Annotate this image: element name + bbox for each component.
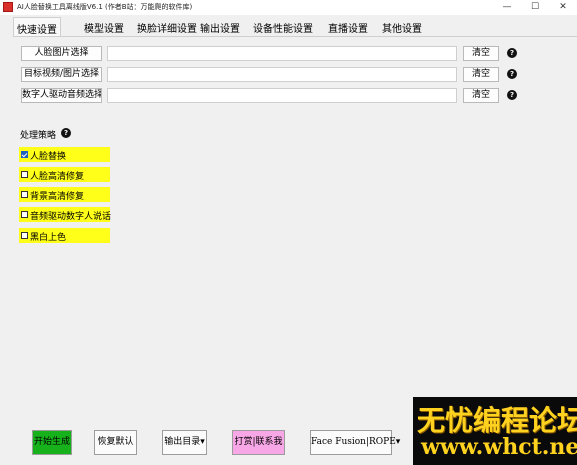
tab-model-settings[interactable]: 模型设置 xyxy=(84,20,124,35)
tab-faceswap-details[interactable]: 换脸详细设置 xyxy=(137,20,197,35)
minimize-button[interactable]: — xyxy=(493,0,521,15)
tab-output-settings[interactable]: 输出设置 xyxy=(200,20,240,35)
option-label: 音频驱动数字人说话 xyxy=(30,212,112,222)
close-button[interactable]: ✕ xyxy=(549,0,577,15)
title-bar: AI人脸替换工具离线版V6.1 (作者B站：万能爬的软件库) — ☐ ✕ xyxy=(0,0,577,15)
donate-contact-button[interactable]: 打赏|联系我 xyxy=(232,430,285,455)
strategy-label: 处理策略 xyxy=(20,131,57,141)
window-title: AI人脸替换工具离线版V6.1 (作者B站：万能爬的软件库) xyxy=(17,3,193,11)
face-image-path-input[interactable] xyxy=(107,46,457,61)
target-video-path-input[interactable] xyxy=(107,67,457,82)
option-label: 背景高清修复 xyxy=(30,192,85,202)
reset-defaults-button[interactable]: 恢复默认 xyxy=(94,430,137,455)
audio-path-input[interactable] xyxy=(107,88,457,103)
option-face-swap[interactable]: 人脸替换 xyxy=(19,147,110,162)
option-colorize[interactable]: 黑白上色 xyxy=(19,228,110,243)
option-face-enhance[interactable]: 人脸高清修复 xyxy=(19,167,110,182)
start-generate-button[interactable]: 开始生成 xyxy=(32,430,72,455)
app-icon xyxy=(3,2,13,12)
engine-select-button[interactable]: Face Fusion|ROPE▾ xyxy=(310,430,400,455)
tab-divider xyxy=(13,36,577,37)
checkbox-icon[interactable] xyxy=(21,171,28,178)
tab-device-performance[interactable]: 设备性能设置 xyxy=(253,20,313,35)
help-icon[interactable]: ? xyxy=(507,48,517,58)
target-video-clear-button[interactable]: 清空 xyxy=(463,67,499,82)
option-audio-digital-human[interactable]: 音频驱动数字人说话 xyxy=(19,207,112,222)
audio-select-button[interactable]: 数字人驱动音频选择 xyxy=(21,88,102,103)
option-label: 人脸替换 xyxy=(30,152,67,162)
help-icon[interactable]: ? xyxy=(507,69,517,79)
watermark-url: www.whct.net xyxy=(421,434,577,460)
audio-clear-button[interactable]: 清空 xyxy=(463,88,499,103)
tab-bar: 快速设置 模型设置 换脸详细设置 输出设置 设备性能设置 直播设置 其他设置 xyxy=(13,17,577,37)
watermark-title: 无忧编程论坛 xyxy=(417,404,577,437)
face-image-clear-button[interactable]: 清空 xyxy=(463,46,499,61)
option-label: 黑白上色 xyxy=(30,233,67,243)
help-icon[interactable]: ? xyxy=(507,90,517,100)
option-label: 人脸高清修复 xyxy=(30,172,85,182)
checkbox-icon[interactable] xyxy=(21,191,28,198)
target-video-select-button[interactable]: 目标视频/图片选择 xyxy=(21,67,102,82)
tab-other-settings[interactable]: 其他设置 xyxy=(382,20,422,35)
face-image-select-button[interactable]: 人脸图片选择 xyxy=(21,46,102,61)
checkbox-icon[interactable] xyxy=(21,232,28,239)
watermark-banner: 无忧编程论坛 www.whct.net xyxy=(413,397,577,465)
tab-quick-settings[interactable]: 快速设置 xyxy=(13,17,61,37)
help-icon[interactable]: ? xyxy=(61,128,71,138)
checkbox-checked-icon[interactable] xyxy=(21,151,28,158)
checkbox-icon[interactable] xyxy=(21,211,28,218)
tab-live-settings[interactable]: 直播设置 xyxy=(328,20,368,35)
maximize-button[interactable]: ☐ xyxy=(521,0,549,15)
output-directory-button[interactable]: 输出目录▾ xyxy=(162,430,207,455)
option-background-enhance[interactable]: 背景高清修复 xyxy=(19,187,110,202)
